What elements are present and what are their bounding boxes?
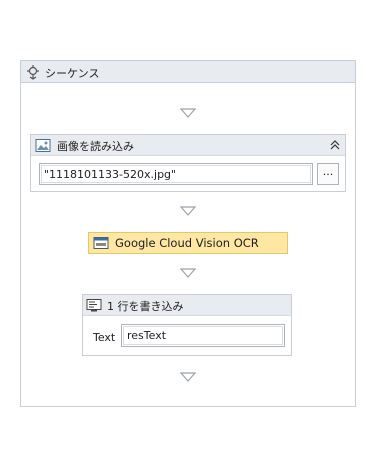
drop-target-arrow-icon[interactable]: [180, 206, 196, 216]
workflow-designer: { "sequence": { "title": "シーケンス", "icon"…: [0, 0, 366, 458]
google-cloud-vision-ocr-activity[interactable]: Google Cloud Vision OCR: [88, 232, 288, 254]
ocr-activity-title: Google Cloud Vision OCR: [115, 236, 259, 250]
read-image-header[interactable]: 画像を読み込み: [31, 135, 345, 156]
write-line-icon: [86, 299, 102, 312]
image-path-input[interactable]: "1118101133-520x.jpg": [39, 163, 313, 185]
sequence-icon: [27, 65, 39, 80]
browse-button[interactable]: ...: [317, 163, 339, 185]
text-field-label: Text: [93, 331, 116, 344]
read-image-title: 画像を読み込み: [57, 140, 134, 153]
read-image-activity[interactable]: 画像を読み込み "1118101133-520x.jpg" ...: [30, 134, 346, 192]
sequence-title: シーケンス: [45, 67, 100, 80]
image-path-value: "1118101133-520x.jpg": [44, 168, 177, 181]
image-icon: [35, 139, 51, 152]
collapse-icon[interactable]: [329, 139, 341, 151]
drop-target-arrow-icon[interactable]: [180, 108, 196, 118]
drop-target-arrow-icon[interactable]: [180, 268, 196, 278]
write-line-header[interactable]: 1 行を書き込み: [83, 295, 291, 316]
write-line-title: 1 行を書き込み: [107, 300, 184, 313]
drop-target-arrow-icon[interactable]: [180, 372, 196, 382]
text-field-value: resText: [127, 329, 167, 342]
sequence-header[interactable]: シーケンス: [21, 61, 355, 83]
write-line-activity[interactable]: 1 行を書き込み Text resText: [82, 294, 292, 356]
ocr-icon: [93, 237, 109, 249]
text-field-input[interactable]: resText: [121, 324, 285, 347]
